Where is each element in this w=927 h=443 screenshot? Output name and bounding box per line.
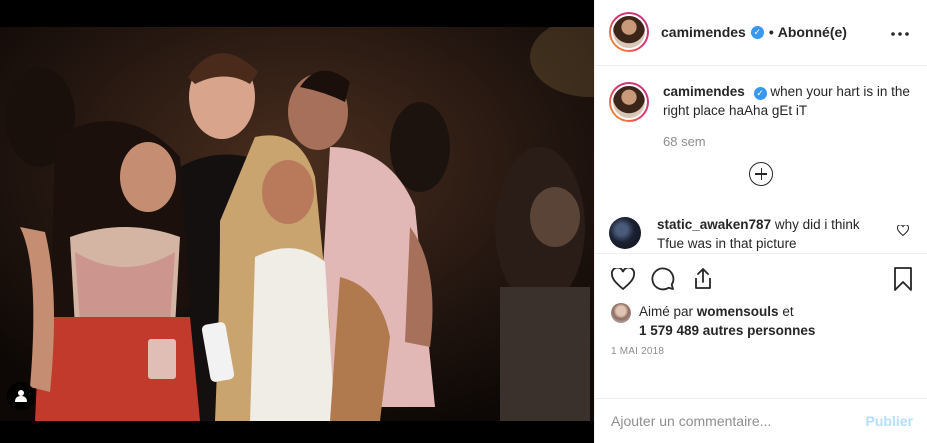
add-comment-bar: Publier xyxy=(595,398,927,443)
author-username[interactable]: camimendes xyxy=(661,24,746,40)
like-button[interactable] xyxy=(611,267,635,290)
like-comment-button[interactable] xyxy=(896,223,910,241)
post-media xyxy=(0,0,594,443)
likes-prefix: Aimé par xyxy=(639,303,694,319)
save-button[interactable] xyxy=(893,266,913,291)
bookmark-icon xyxy=(894,266,912,291)
photo-illustration xyxy=(0,27,594,421)
likes-connector: et xyxy=(782,303,794,319)
verified-badge-icon: ✓ xyxy=(753,86,767,100)
post-caption: camimendes ✓ when your hart is in the ri… xyxy=(609,81,913,151)
comment-item: static_awaken787 why did i think Tfue wa… xyxy=(609,215,913,253)
post-sidebar: camimendes ✓ • Abonné(e) camimendes ✓ wh… xyxy=(594,0,927,443)
load-more-comments[interactable] xyxy=(609,161,913,186)
comments-section: camimendes ✓ when your hart is in the ri… xyxy=(595,66,927,253)
caption-body: camimendes ✓ when your hart is in the ri… xyxy=(663,82,913,151)
publish-button[interactable]: Publier xyxy=(866,413,913,429)
header-separator: • xyxy=(768,24,774,41)
instagram-post-dialog: camimendes ✓ • Abonné(e) camimendes ✓ wh… xyxy=(0,0,927,443)
caption-avatar[interactable] xyxy=(609,81,649,122)
more-options-button[interactable] xyxy=(887,19,913,45)
user-tag-icon xyxy=(15,390,27,402)
author-info: camimendes ✓ • Abonné(e) xyxy=(661,24,847,40)
share-icon xyxy=(695,267,711,289)
user-tag-button[interactable] xyxy=(7,382,35,410)
likes-summary: Aimé par womensouls et 1 579 489 autres … xyxy=(611,302,913,340)
post-photo[interactable] xyxy=(0,27,594,421)
liker-avatar[interactable] xyxy=(611,302,631,323)
plus-circle-icon[interactable] xyxy=(749,161,773,186)
heart-icon xyxy=(611,267,635,290)
author-avatar[interactable] xyxy=(609,12,649,53)
comment-username[interactable]: static_awaken787 xyxy=(657,217,771,232)
follow-status-button[interactable]: Abonné(e) xyxy=(778,24,847,40)
comment-bubble-icon xyxy=(651,267,675,291)
post-actions: Aimé par womensouls et 1 579 489 autres … xyxy=(595,252,927,398)
post-date[interactable]: 1 MAI 2018 xyxy=(611,346,913,357)
liker-username[interactable]: womensouls xyxy=(697,304,779,319)
share-button[interactable] xyxy=(691,267,715,291)
likes-count-link[interactable]: 1 579 489 autres personnes xyxy=(639,323,815,338)
heart-icon xyxy=(896,224,910,237)
comment-button[interactable] xyxy=(651,267,675,291)
post-header: camimendes ✓ • Abonné(e) xyxy=(595,0,927,66)
comment-body: static_awaken787 why did i think Tfue wa… xyxy=(657,215,882,253)
action-icons-row xyxy=(611,264,913,294)
caption-timestamp[interactable]: 68 sem xyxy=(663,132,913,151)
caption-username[interactable]: camimendes xyxy=(663,84,745,99)
more-horizontal-icon xyxy=(891,32,909,37)
commenter-avatar[interactable] xyxy=(609,216,641,249)
verified-badge-icon: ✓ xyxy=(750,25,764,39)
comment-input[interactable] xyxy=(611,413,866,430)
likes-text: Aimé par womensouls et 1 579 489 autres … xyxy=(639,302,815,340)
